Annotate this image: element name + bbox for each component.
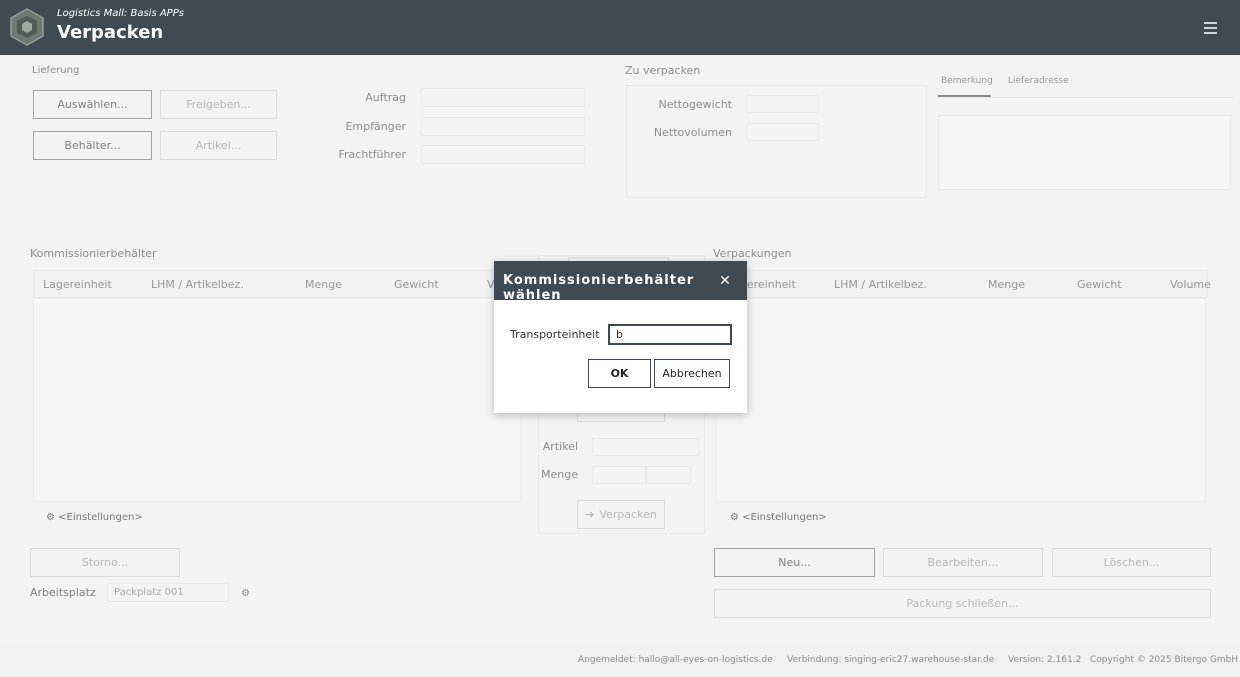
close-icon[interactable]: ✕ — [718, 274, 732, 288]
kommissionierbehaelter-dialog: Kommissionierbehälter wählen ✕ Transport… — [494, 261, 747, 413]
transporteinheit-input[interactable]: b — [608, 324, 732, 345]
app-header: Logistics Mall: Basis APPs Verpacken — [0, 0, 1240, 55]
hamburger-menu-icon[interactable] — [1204, 22, 1217, 34]
transporteinheit-label: Transporteinheit — [510, 328, 600, 341]
page-title: Verpacken — [57, 22, 164, 43]
dialog-title: Kommissionierbehälter wählen — [503, 273, 695, 303]
app-subtitle: Logistics Mall: Basis APPs — [57, 8, 184, 19]
app-logo-icon — [10, 8, 44, 46]
abbrechen-button[interactable]: Abbrechen — [654, 359, 730, 388]
ok-button[interactable]: OK — [588, 359, 651, 388]
dialog-header: Kommissionierbehälter wählen ✕ — [494, 261, 747, 303]
